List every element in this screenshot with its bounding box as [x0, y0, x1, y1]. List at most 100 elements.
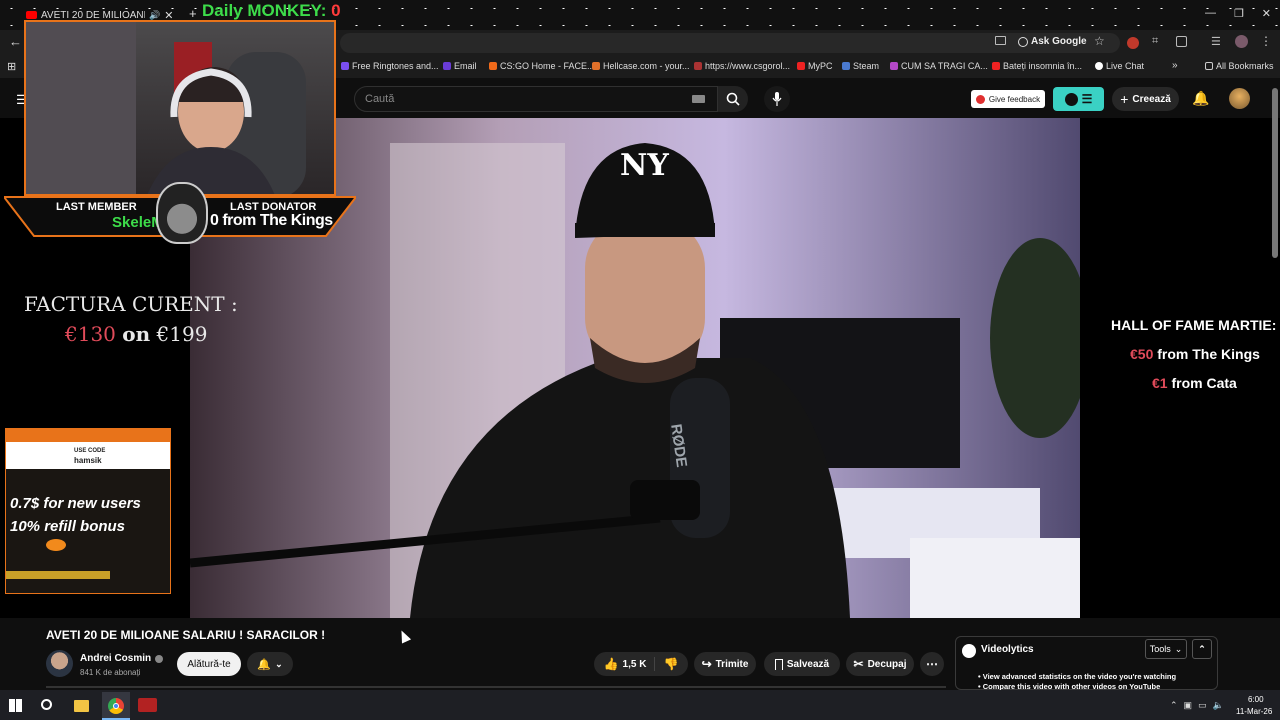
- taskbar-date[interactable]: 11-Mar-26: [1236, 707, 1272, 716]
- hof-from: from Cata: [1171, 375, 1237, 391]
- vidiq-icon: [1064, 92, 1078, 106]
- dislike-button[interactable]: 👎: [659, 657, 678, 671]
- clip-button[interactable]: ✂ Decupaj: [846, 652, 914, 676]
- keyboard-icon[interactable]: [692, 95, 705, 103]
- subscribe-bell-button[interactable]: 🔔 ⌄: [247, 652, 293, 676]
- collapse-button[interactable]: ⌃: [1192, 639, 1212, 659]
- bookmark-item[interactable]: Bateți insomnia în...: [992, 61, 1082, 71]
- save-button[interactable]: Salvează: [764, 652, 840, 676]
- chevron-up-icon: ⌃: [1198, 643, 1206, 654]
- extension-square-icon[interactable]: [1176, 36, 1187, 47]
- tray-app-icon[interactable]: ▣: [1184, 700, 1193, 711]
- more-actions-button[interactable]: ⋯: [920, 652, 944, 676]
- bookmark-item[interactable]: Hellcase.com - your...: [592, 61, 690, 71]
- chevron-down-icon: ⌄: [275, 658, 283, 669]
- tray-chevron-icon[interactable]: ⌃: [1170, 700, 1178, 711]
- share-label: Trimite: [715, 658, 749, 670]
- search-icon: [726, 92, 740, 106]
- promo-use-code: USE CODE: [74, 448, 106, 454]
- clip-label: Decupaj: [867, 658, 907, 670]
- minimize-icon[interactable]: —: [1205, 7, 1216, 20]
- file-explorer-icon[interactable]: [74, 700, 89, 712]
- give-feedback-button[interactable]: Give feedback: [971, 90, 1045, 108]
- bookmark-item[interactable]: CUM SA TRAGI CA...: [890, 61, 988, 71]
- bookmark-item[interactable]: Free Ringtones and...: [341, 61, 439, 71]
- more-bookmarks-icon[interactable]: »: [1172, 60, 1178, 71]
- cast-icon[interactable]: [995, 36, 1006, 45]
- windows-taskbar: [0, 690, 1280, 720]
- hof-amount: €1: [1152, 375, 1168, 391]
- tray-volume-icon[interactable]: 🔈: [1213, 700, 1224, 711]
- search-placeholder: Caută: [365, 93, 395, 105]
- new-tab-button[interactable]: +: [189, 6, 197, 21]
- bookmark-item[interactable]: CS:GO Home - FACE...: [489, 61, 595, 71]
- share-button[interactable]: ↪ Trimite: [694, 652, 756, 676]
- like-button[interactable]: 👍 1,5 K: [604, 657, 656, 671]
- extensions-puzzle-icon[interactable]: ⌗: [1152, 35, 1158, 48]
- ask-google-label: Ask Google: [1031, 36, 1087, 47]
- last-donator-name: 0 from The Kings: [210, 212, 333, 229]
- last-member-label: LAST MEMBER: [56, 201, 137, 213]
- video-title: AVETI 20 DE MILIOANE SALARIU ! SARACILOR…: [46, 628, 326, 642]
- maximize-icon[interactable]: ❐: [1234, 7, 1244, 20]
- search-input[interactable]: Caută: [354, 86, 718, 112]
- promo-rifle-image: [6, 571, 110, 579]
- taskbar-time[interactable]: 6:00: [1248, 695, 1264, 704]
- tray-network-icon[interactable]: ▭: [1198, 700, 1207, 711]
- tools-label: Tools: [1149, 644, 1171, 654]
- all-bookmarks[interactable]: All Bookmarks: [1205, 61, 1274, 71]
- more-horizontal-icon: ⋯: [926, 657, 938, 671]
- gorilla-mascot: [156, 182, 208, 244]
- promo-card: USE CODE hamsik 0.7$ for new users 10% r…: [5, 428, 171, 594]
- account-avatar[interactable]: [1229, 88, 1250, 109]
- hall-of-fame-entry: €50 from The Kings: [1130, 346, 1260, 362]
- tools-dropdown[interactable]: Tools ⌄: [1145, 639, 1187, 659]
- bookmark-star-icon[interactable]: ☆: [1094, 34, 1105, 48]
- search-button[interactable]: [718, 86, 748, 112]
- app-icon[interactable]: [138, 698, 157, 712]
- apps-grid-icon[interactable]: ⊞: [7, 60, 16, 73]
- member-donator-banner: LAST MEMBER SkeleM LAST DONATOR 0 from T…: [4, 182, 356, 244]
- create-label: Creează: [1132, 93, 1171, 105]
- bookmark-item[interactable]: Live Chat: [1095, 61, 1144, 71]
- channel-name[interactable]: Andrei Cosmin: [80, 653, 164, 664]
- promo-header: USE CODE hamsik: [6, 429, 170, 469]
- back-icon[interactable]: ←: [9, 34, 22, 49]
- bookmark-item[interactable]: https://www.csgorol...: [694, 61, 790, 71]
- bookmark-item[interactable]: Email: [443, 61, 477, 71]
- vidiq-logo-icon: [975, 94, 985, 104]
- extension-icon[interactable]: [1127, 37, 1139, 49]
- plus-icon: +: [1120, 91, 1129, 107]
- give-feedback-label: Give feedback: [988, 94, 1041, 104]
- videolytics-title: Videolytics: [981, 644, 1034, 655]
- hall-of-fame-entry: €1 from Cata: [1152, 375, 1237, 391]
- scissors-icon: ✂: [853, 657, 864, 671]
- chrome-icon[interactable]: [102, 692, 130, 720]
- profile-avatar[interactable]: [1235, 35, 1248, 48]
- daily-monkey-counter: Daily MONKEY: 0: [202, 1, 341, 21]
- create-button[interactable]: + Creează: [1112, 87, 1179, 111]
- hof-amount: €50: [1130, 346, 1154, 362]
- page-scrollbar[interactable]: [1272, 88, 1278, 258]
- factura-total: €199: [156, 322, 208, 346]
- bell-icon: 🔔: [257, 658, 272, 671]
- bookmark-item[interactable]: Steam: [842, 61, 879, 71]
- taskbar-search-icon[interactable]: [41, 699, 52, 710]
- factura-title: FACTURA CURENT :: [24, 292, 238, 316]
- close-icon[interactable]: ✕: [1262, 7, 1271, 20]
- channel-avatar[interactable]: [46, 650, 73, 677]
- promo-line-1: 0.7$ for new users: [10, 495, 141, 512]
- notifications-bell-icon[interactable]: 🔔: [1192, 90, 1209, 107]
- hall-of-fame-title: HALL OF FAME MARTIE:: [1111, 317, 1277, 333]
- windows-start-icon[interactable]: [9, 699, 22, 712]
- vidiq-button[interactable]: ☰: [1053, 87, 1104, 111]
- voice-search-button[interactable]: [764, 86, 790, 112]
- ask-google-button[interactable]: Ask Google: [1018, 36, 1087, 47]
- videolytics-line-1: • View advanced statistics on the video …: [978, 672, 1177, 681]
- reading-list-icon[interactable]: ☰: [1211, 35, 1221, 48]
- bookmark-item[interactable]: MyPC: [797, 61, 833, 71]
- join-button[interactable]: Alătură-te: [177, 652, 241, 676]
- browser-menu-icon[interactable]: ⋮: [1260, 34, 1272, 48]
- youtube-favicon-icon: [26, 11, 37, 19]
- daily-monkey-label: Daily MONKEY:: [202, 1, 327, 20]
